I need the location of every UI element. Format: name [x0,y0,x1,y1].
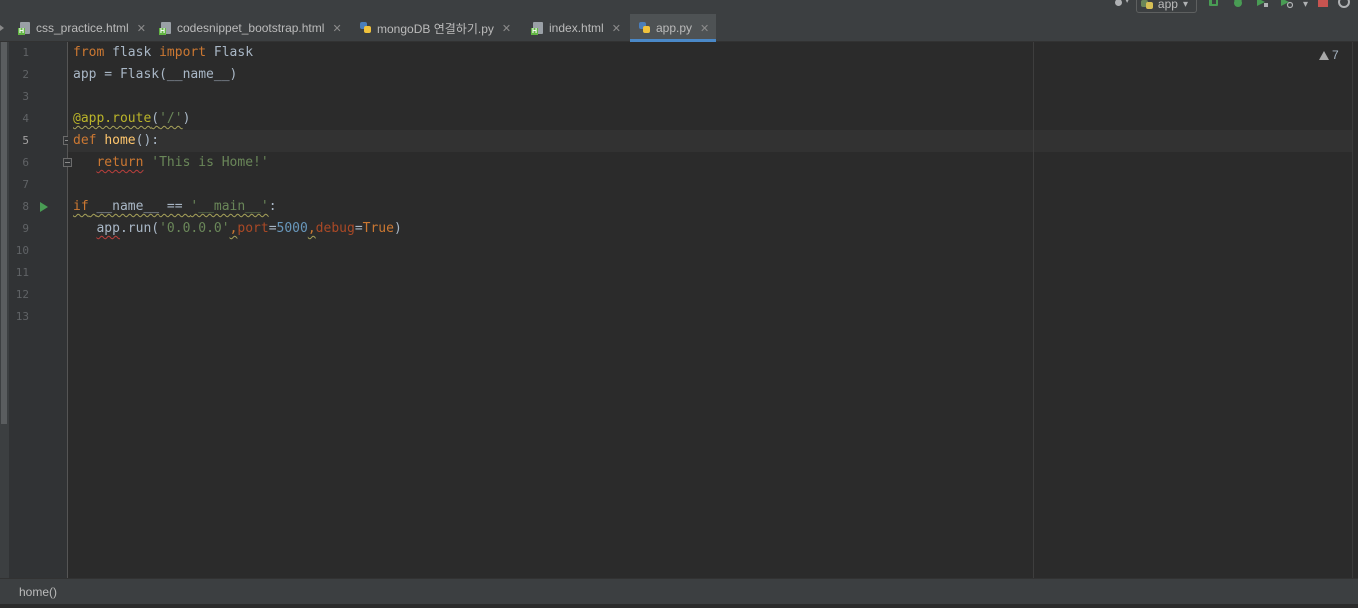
html-file-icon [159,21,173,35]
fold-icon[interactable] [63,158,72,167]
html-file-icon [531,21,545,35]
build-icon[interactable] [1207,0,1221,9]
toolbar-actions: app ▾ ▾ [1112,0,1358,14]
tab-app-py[interactable]: app.py ✕ [630,14,716,42]
line-number: 5 [22,134,29,147]
editor-gutter[interactable]: 1 2 3 4 5 6 7 8 9 10 11 12 13 [9,42,72,578]
inspection-widget[interactable]: 7 [1319,48,1339,62]
title-bar: app ▾ ▾ [0,0,1358,14]
search-icon[interactable] [1338,0,1350,8]
tab-label: mongoDB 연결하기.py [377,21,494,36]
breadcrumb: home() [0,578,1358,604]
run-config-label: app [1157,0,1178,11]
code-line-4: @app.route('/') [73,111,191,126]
run-gutter-icon[interactable] [40,202,48,212]
profile-icon[interactable] [1279,0,1293,9]
inspection-count: 7 [1332,48,1339,62]
code-line-5: def home(): [73,133,160,148]
tab-scroll-left-icon[interactable] [0,25,4,31]
line-number: 6 [22,156,29,169]
current-line-highlight [68,130,1358,152]
run-config-selector[interactable]: app ▾ [1135,0,1197,13]
tab-codesnippet-bootstrap[interactable]: codesnippet_bootstrap.html ✕ [151,14,350,42]
line-number: 3 [22,90,29,103]
tab-css-practice[interactable]: css_practice.html ✕ [10,14,154,42]
line-number: 13 [15,310,29,323]
python-file-icon [638,21,652,35]
line-number: 4 [22,112,29,125]
line-number: 2 [22,68,29,81]
bottom-edge [0,604,1358,608]
line-number: 8 [22,200,29,213]
breadcrumb-item[interactable]: home() [19,585,57,599]
html-file-icon [18,21,32,35]
code-line-6: return 'This is Home!' [96,155,269,170]
close-icon[interactable]: ✕ [502,22,511,35]
debug-icon[interactable] [1231,0,1245,9]
line-number: 7 [22,178,29,191]
line-number: 11 [15,266,29,279]
tab-label: codesnippet_bootstrap.html [177,21,325,35]
coverage-icon[interactable] [1255,0,1269,9]
tab-label: css_practice.html [36,21,129,35]
line-number: 9 [22,222,29,235]
warning-icon [1319,50,1329,60]
code-line-1: from flask import Flask [73,45,254,60]
line-number: 1 [22,46,29,59]
tab-index-html[interactable]: index.html ✕ [523,14,629,42]
tool-window-strip [0,42,9,578]
user-icon[interactable] [1112,0,1129,9]
close-icon[interactable]: ✕ [137,22,146,35]
code-line-2: app = Flask(__name__) [73,67,238,82]
line-number: 12 [15,288,29,301]
tab-label: index.html [549,21,604,35]
tab-label: app.py [656,21,693,35]
code-line-8: if __name__ == '__main__': [73,199,277,214]
more-run-options-icon[interactable]: ▾ [1303,0,1308,10]
chevron-down-icon: ▾ [1182,0,1188,10]
close-icon[interactable]: ✕ [332,22,341,35]
stop-icon[interactable] [1318,0,1328,7]
close-icon[interactable]: ✕ [700,22,709,35]
editor-tab-bar: css_practice.html ✕ codesnippet_bootstra… [0,14,1358,42]
code-editor[interactable]: 1 2 3 4 5 6 7 8 9 10 11 12 13 from flask import Flas… [0,42,1358,578]
python-file-icon [359,21,373,35]
line-number: 10 [15,244,29,257]
tab-mongodb-connect[interactable]: mongoDB 연결하기.py ✕ [351,14,519,42]
run-config-icon [1140,0,1153,9]
tool-window-scrollbar[interactable] [1,42,7,424]
editor-scrollbar[interactable] [1352,42,1358,578]
close-icon[interactable]: ✕ [612,22,621,35]
right-margin-guide [1033,42,1034,578]
code-line-9: app.run('0.0.0.0',port=5000,debug=True) [96,221,402,236]
